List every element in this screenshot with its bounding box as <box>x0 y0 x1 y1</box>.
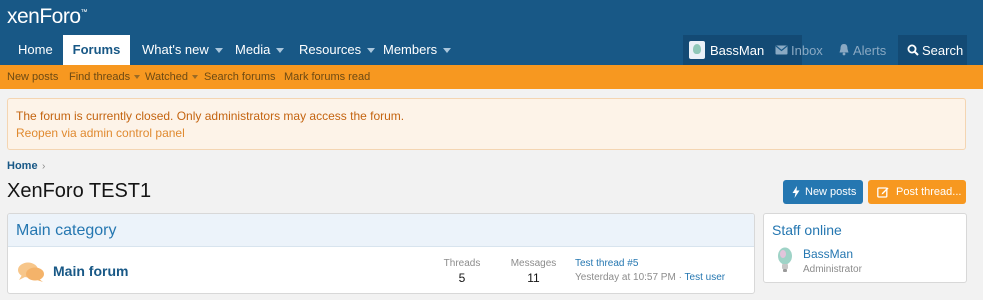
avatar[interactable] <box>776 247 794 273</box>
meta-separator: · <box>678 272 682 283</box>
forum-bubbles-icon <box>18 262 44 282</box>
subnav-label: Watched <box>145 71 189 83</box>
subnav-new-posts[interactable]: New posts <box>7 71 58 83</box>
breadcrumb-home[interactable]: Home <box>7 160 38 172</box>
tab-whats-new[interactable]: What's new <box>142 35 223 65</box>
tab-label: Home <box>18 42 53 57</box>
tab-media[interactable]: Media <box>235 35 285 65</box>
category-title[interactable]: Main category <box>16 222 117 240</box>
edit-icon <box>877 187 889 198</box>
alerts-label: Alerts <box>853 43 887 58</box>
chevron-down-icon[interactable] <box>214 48 223 54</box>
tab-label: Members <box>383 42 438 57</box>
latest-time[interactable]: Yesterday at 10:57 PM <box>575 272 676 283</box>
category-header: Main category <box>8 214 754 247</box>
subnav-find-threads[interactable]: Find threads <box>69 71 141 83</box>
subnav-label: Find threads <box>69 71 131 83</box>
tab-resources[interactable]: Resources <box>299 35 376 65</box>
tab-label: Forums <box>72 42 121 57</box>
staff-online-title[interactable]: Staff online <box>772 222 842 238</box>
staff-member-name[interactable]: BassMan <box>803 247 853 261</box>
chevron-down-icon <box>192 75 199 80</box>
tab-label: Media <box>235 42 271 57</box>
envelope-icon <box>775 45 788 55</box>
staff-member-role: Administrator <box>803 264 862 275</box>
main-nav: Home Forums What's new Media Resources M… <box>0 35 983 65</box>
subnav-mark-forums-read[interactable]: Mark forums read <box>284 71 370 83</box>
logo-text: xenForo <box>7 5 81 28</box>
messages-count: 11 <box>527 271 540 285</box>
tab-members[interactable]: Members <box>383 35 452 65</box>
logo-trademark: ™ <box>80 9 88 16</box>
tab-label: Resources <box>299 42 362 57</box>
search-button[interactable]: Search <box>898 35 967 65</box>
post-thread-button[interactable]: Post thread... <box>868 180 966 204</box>
chevron-down-icon[interactable] <box>443 48 452 54</box>
category-block: Main category Main forum Threads 5 Messa… <box>7 213 755 294</box>
account-name: BassMan <box>710 43 765 58</box>
forum-closed-notice: The forum is currently closed. Only admi… <box>7 98 966 150</box>
search-label: Search <box>922 43 964 58</box>
chevron-down-icon <box>134 75 141 80</box>
header: xenForo™ <box>0 0 983 35</box>
threads-count: 5 <box>458 271 466 285</box>
chevron-down-icon[interactable] <box>367 48 376 54</box>
new-posts-button[interactable]: New posts <box>783 180 863 204</box>
messages-label: Messages <box>510 258 557 269</box>
forum-title-link[interactable]: Main forum <box>53 263 128 279</box>
site-logo[interactable]: xenForo™ <box>7 5 88 29</box>
bolt-icon <box>792 186 800 198</box>
page-title: XenForo TEST1 <box>7 180 152 202</box>
subnav-search-forums[interactable]: Search forums <box>204 71 276 83</box>
avatar <box>689 41 705 59</box>
latest-thread-link[interactable]: Test thread #5 <box>575 258 638 269</box>
chevron-down-icon[interactable] <box>276 48 285 54</box>
tab-label: What's new <box>142 42 209 57</box>
latest-user-link[interactable]: Test user <box>685 272 726 283</box>
bell-icon <box>839 44 849 56</box>
search-icon <box>907 44 919 56</box>
subnav-watched[interactable]: Watched <box>145 71 199 83</box>
staff-online-block: Staff online BassMan Administrator <box>763 213 967 283</box>
breadcrumb-separator: › <box>42 161 46 172</box>
new-posts-label: New posts <box>805 186 857 198</box>
tab-forums[interactable]: Forums <box>63 35 130 65</box>
post-thread-label: Post thread... <box>896 186 962 198</box>
threads-label: Threads <box>443 258 481 269</box>
latest-meta: Yesterday at 10:57 PM · Test user <box>575 272 725 283</box>
sub-nav: New posts Find threads Watched Search fo… <box>0 65 983 89</box>
tab-home[interactable]: Home <box>8 35 53 65</box>
reopen-link[interactable]: Reopen via admin control panel <box>16 126 185 140</box>
page: xenForo™ Home Forums What's new Media Re… <box>0 0 983 300</box>
inbox-label: Inbox <box>791 43 823 58</box>
notice-message: The forum is currently closed. Only admi… <box>16 109 405 123</box>
